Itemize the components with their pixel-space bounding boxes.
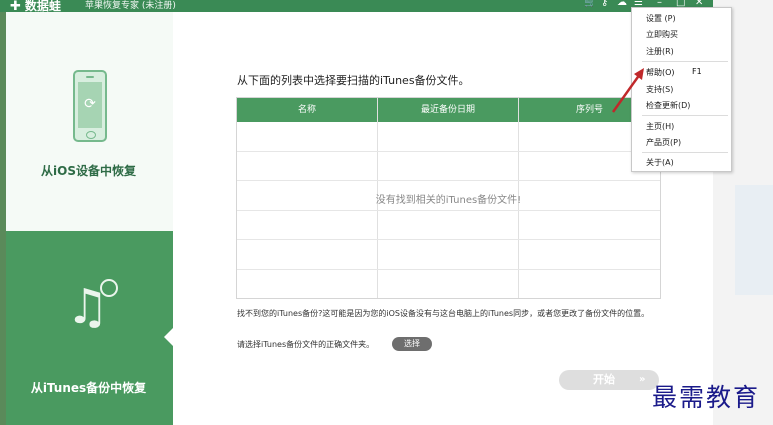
title-bar: ✚ 数据蛙 苹果恢复专家 (未注册) 🛒 ⚷ ☁ ☰ – □ ✕ xyxy=(0,0,713,14)
start-button-label: 开始 xyxy=(593,373,615,386)
menu-item-label: 立即购买 xyxy=(646,30,678,39)
choose-folder-prompt: 请选择iTunes备份文件的正确文件夹。 xyxy=(237,340,375,349)
sidebar: ⟳ 从iOS设备中恢复 ♫ 从iTunes备份中恢复 xyxy=(6,12,174,425)
row-divider xyxy=(237,239,660,240)
cart-icon[interactable]: 🛒 xyxy=(584,0,596,8)
sidebar-item-ios-recovery[interactable]: ⟳ 从iOS设备中恢复 xyxy=(6,12,173,231)
instruction-text: 从下面的列表中选择要扫描的iTunes备份文件。 xyxy=(237,74,470,87)
phone-refresh-icon: ⟳ xyxy=(73,70,107,142)
menu-item-label: 主页(H) xyxy=(646,122,675,131)
menu-item-label: 关于(A) xyxy=(646,158,674,167)
menu-item-product-page[interactable]: 产品页(P) xyxy=(646,137,681,148)
column-header-date[interactable]: 最近备份日期 xyxy=(378,98,518,122)
chat-icon[interactable]: ☁ xyxy=(617,0,627,8)
row-divider xyxy=(237,180,660,181)
annotation-arrow-icon xyxy=(611,68,644,113)
row-divider xyxy=(237,269,660,270)
double-chevron-right-icon: » xyxy=(639,374,646,385)
watermark: 最需教育 xyxy=(652,383,761,412)
column-header-name[interactable]: 名称 xyxy=(237,98,377,122)
sidebar-item-itunes-recovery[interactable]: ♫ 从iTunes备份中恢复 xyxy=(6,231,174,425)
menu-item-support[interactable]: 支持(S) xyxy=(646,84,673,95)
menu-item-label: 注册(R) xyxy=(646,47,674,56)
menu-item-label: 设置 (P) xyxy=(646,14,676,23)
menu-item-label: 帮助(O) xyxy=(646,68,675,77)
row-divider xyxy=(237,151,660,152)
menu-item-check-update[interactable]: 检查更新(D) xyxy=(646,100,690,111)
menu-item-label: 检查更新(D) xyxy=(646,101,691,110)
menu-item-homepage[interactable]: 主页(H) xyxy=(646,121,674,132)
backup-table: 名称 最近备份日期 序列号 没有找到相关的iTunes备份文件! xyxy=(236,97,661,299)
menu-separator xyxy=(642,61,728,62)
menu-item-label: 产品页(P) xyxy=(646,138,682,147)
key-icon[interactable]: ⚷ xyxy=(601,0,608,8)
menu-item-label: 支持(S) xyxy=(646,85,674,94)
refresh-badge-icon xyxy=(100,279,118,297)
menu-item-buy-now[interactable]: 立即购买 xyxy=(646,29,678,40)
choose-folder-button[interactable]: 选择 xyxy=(392,337,432,351)
window-title: 苹果恢复专家 (未注册) xyxy=(85,1,176,11)
menu-item-settings[interactable]: 设置 (P) xyxy=(646,13,676,24)
empty-table-message: 没有找到相关的iTunes备份文件! xyxy=(375,195,522,206)
menu-item-about[interactable]: 关于(A) xyxy=(646,157,674,168)
desktop-strip xyxy=(735,185,773,295)
menu-separator xyxy=(642,115,728,116)
sidebar-item-label: 从iOS设备中恢复 xyxy=(41,164,136,178)
start-button[interactable]: 开始 » xyxy=(559,370,659,390)
menu-item-help[interactable]: 帮助(O) F1 xyxy=(646,67,702,78)
help-note: 找不到您的iTunes备份?这可能是因为您的iOS设备没有与这台电脑上的iTun… xyxy=(237,309,650,318)
sidebar-item-label: 从iTunes备份中恢复 xyxy=(30,381,147,395)
menu-item-register[interactable]: 注册(R) xyxy=(646,46,674,57)
menu-item-shortcut: F1 xyxy=(692,67,702,76)
table-header: 名称 最近备份日期 序列号 xyxy=(237,98,660,122)
row-divider xyxy=(237,210,660,211)
menu-separator xyxy=(642,152,728,153)
